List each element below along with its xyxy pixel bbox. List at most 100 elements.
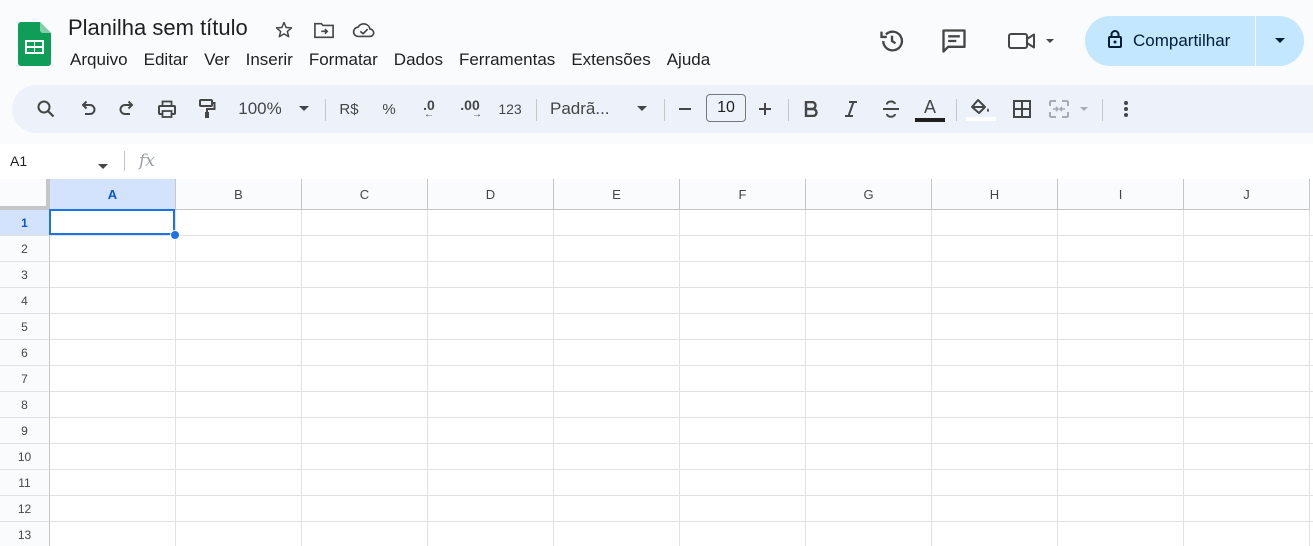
row-header-9[interactable]: 9 [0,418,50,444]
grid-row-line [50,313,1313,314]
document-title[interactable]: Planilha sem título [68,15,248,41]
row-header-1[interactable]: 1 [0,210,50,236]
column-header-i[interactable]: I [1058,179,1184,210]
percent-format-button[interactable]: % [376,85,402,133]
search-icon[interactable] [32,85,60,133]
row-header-13[interactable]: 13 [0,522,50,546]
grid-row-line [50,443,1313,444]
currency-format-button[interactable]: R$ [334,85,364,133]
menu-ver[interactable]: Ver [196,48,238,72]
row-header-7[interactable]: 7 [0,366,50,392]
row-header-12[interactable]: 12 [0,496,50,522]
toolbar-divider [325,99,326,121]
column-header-a[interactable]: A [50,179,176,210]
number-format-button[interactable]: 123 [494,85,526,133]
history-icon[interactable] [874,23,910,59]
row-header-10[interactable]: 10 [0,444,50,470]
text-color-swatch [915,118,945,122]
column-header-h[interactable]: H [932,179,1058,210]
column-header-d[interactable]: D [428,179,554,210]
paint-format-icon[interactable] [193,85,221,133]
grid-row-line [50,261,1313,262]
share-button[interactable]: Compartilhar [1085,16,1304,66]
fill-color-swatch [966,116,996,121]
row-header-11[interactable]: 11 [0,470,50,496]
text-color-glyph: A [923,97,936,117]
star-icon[interactable] [272,18,296,42]
menu-extensoes[interactable]: Extensões [563,48,658,72]
toolbar: 100% R$ % .0 ← .00 → 123 Padrã... 10 A [12,85,1313,133]
undo-icon[interactable] [74,85,102,133]
row-header-6[interactable]: 6 [0,340,50,366]
spreadsheet-grid: A B C D E F G H I J 1 2 3 4 5 6 7 8 9 10 11 12 13 [0,179,1313,546]
grid-row-line [50,339,1313,340]
toolbar-divider [536,99,537,121]
menu-ajuda[interactable]: Ajuda [659,48,718,72]
toolbar-divider [956,99,957,121]
row-header-5[interactable]: 5 [0,314,50,340]
row-header-4[interactable]: 4 [0,288,50,314]
italic-icon[interactable] [838,85,864,133]
comments-icon[interactable] [936,23,972,59]
font-size-input[interactable]: 10 [706,94,746,122]
menu-bar: Arquivo Editar Ver Inserir Formatar Dado… [62,48,718,72]
menu-ferramentas[interactable]: Ferramentas [451,48,563,72]
sheets-logo-icon[interactable] [18,22,51,66]
print-icon[interactable] [153,85,181,133]
decrease-decimal-button[interactable]: .0 ← [414,85,444,133]
font-family-select[interactable]: Padrã... [550,85,618,133]
text-color-button[interactable]: A [914,85,946,133]
borders-icon[interactable] [1008,85,1036,133]
formula-divider [124,151,125,171]
toolbar-divider [1102,99,1103,121]
move-folder-icon[interactable] [312,18,336,42]
minus-icon[interactable] [674,85,696,133]
grid-row-line [50,391,1313,392]
name-box-chevron-down-icon[interactable] [98,157,108,175]
select-all-corner[interactable] [0,179,50,210]
lock-icon [1107,29,1123,54]
bold-icon[interactable] [798,85,824,133]
menu-arquivo[interactable]: Arquivo [62,48,136,72]
increase-decimal-button[interactable]: .00 → [454,85,486,133]
toolbar-divider [664,99,665,121]
column-header-g[interactable]: G [806,179,932,210]
grid-row-line [50,417,1313,418]
fx-icon: fx [139,151,155,171]
share-label: Compartilhar [1133,31,1231,50]
fill-handle[interactable] [170,230,180,240]
share-dropdown[interactable] [1256,37,1304,45]
strikethrough-icon[interactable] [878,85,904,133]
column-header-e[interactable]: E [554,179,680,210]
more-vert-icon[interactable] [1114,85,1138,133]
grid-row-line [50,521,1313,522]
zoom-chevron-down-icon[interactable] [296,85,312,133]
name-box[interactable]: A1 [10,153,27,169]
menu-formatar[interactable]: Formatar [301,48,386,72]
toolbar-divider [788,99,789,121]
column-header-b[interactable]: B [176,179,302,210]
menu-dados[interactable]: Dados [386,48,451,72]
arrow-right-icon: → [472,109,482,120]
column-header-f[interactable]: F [680,179,806,210]
menu-inserir[interactable]: Inserir [238,48,301,72]
fill-color-icon[interactable] [964,85,998,133]
font-chevron-down-icon[interactable] [634,85,650,133]
selected-cell-a1[interactable] [49,209,175,235]
row-header-8[interactable]: 8 [0,392,50,418]
formula-input[interactable] [168,147,1298,175]
plus-icon[interactable] [754,85,776,133]
row-header-3[interactable]: 3 [0,262,50,288]
column-header-c[interactable]: C [302,179,428,210]
menu-editar[interactable]: Editar [136,48,196,72]
cloud-saved-icon[interactable] [352,18,376,42]
share-main[interactable]: Compartilhar [1085,16,1255,66]
chevron-down-icon [1275,38,1285,43]
grid-row-line [50,469,1313,470]
column-header-j[interactable]: J [1184,179,1310,210]
zoom-select[interactable]: 100% [234,85,286,133]
row-header-2[interactable]: 2 [0,236,50,262]
meet-icon[interactable] [1004,23,1060,59]
merge-cells-icon[interactable] [1048,85,1092,133]
redo-icon[interactable] [113,85,141,133]
